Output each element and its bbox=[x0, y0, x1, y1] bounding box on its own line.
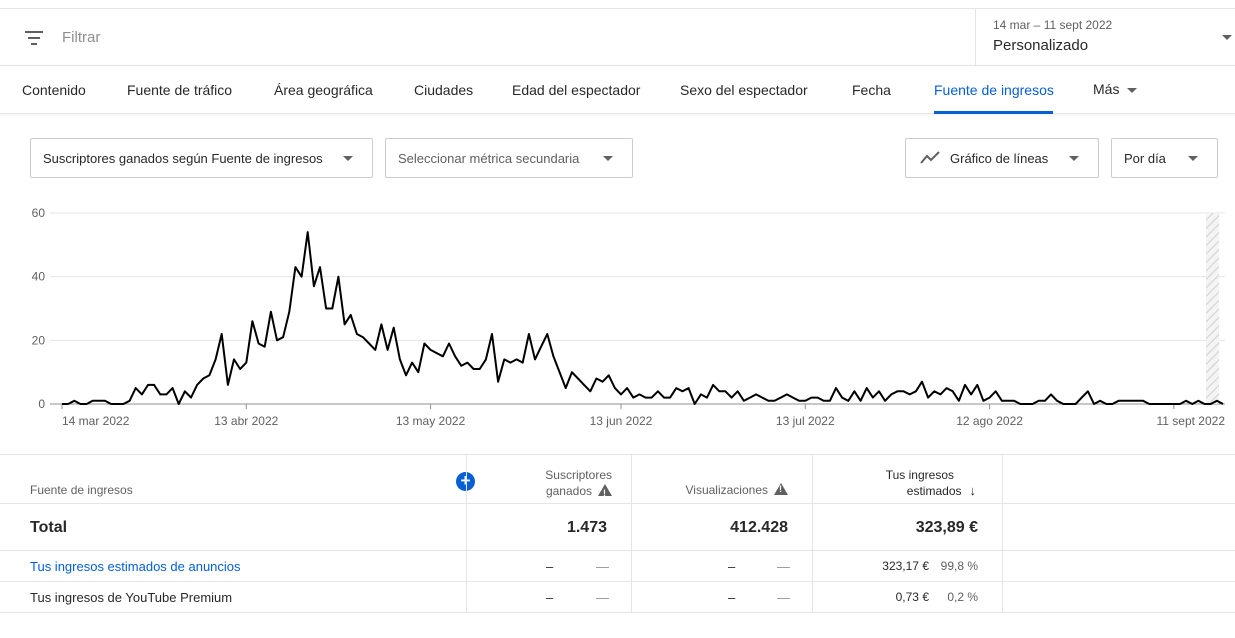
row-label-ads[interactable]: Tus ingresos estimados de anuncios bbox=[30, 559, 241, 574]
table-total-row: Total 1.473 412.428 323,89 € bbox=[0, 504, 1235, 551]
tab-mas[interactable]: Más bbox=[1093, 81, 1138, 97]
row-ads-views-pct: — bbox=[777, 559, 790, 574]
x-tick-label: 13 jun 2022 bbox=[590, 414, 653, 428]
y-tick-label: 0 bbox=[38, 397, 45, 411]
column-divider bbox=[812, 454, 813, 613]
series-line bbox=[62, 231, 1224, 405]
tab-fecha[interactable]: Fecha bbox=[852, 82, 891, 98]
chart-type-label: Gráfico de líneas bbox=[950, 151, 1049, 166]
row-premium-revenue: 0,73 € bbox=[895, 590, 929, 604]
x-tick-label: 13 may 2022 bbox=[396, 414, 466, 428]
table-row: Tus ingresos de YouTube Premium – — – — … bbox=[0, 582, 1235, 613]
row-ads-subs: – bbox=[546, 559, 554, 574]
subscribers-header-line2: ganados bbox=[545, 484, 592, 498]
caret-down-icon bbox=[603, 156, 613, 161]
y-tick-label: 40 bbox=[32, 270, 46, 284]
primary-metric-select[interactable]: Suscriptores ganados según Fuente de ing… bbox=[30, 138, 373, 178]
y-tick-label: 20 bbox=[32, 333, 46, 347]
secondary-metric-select[interactable]: Seleccionar métrica secundaria bbox=[385, 138, 633, 178]
revenue-header-line1: Tus ingresos bbox=[885, 468, 954, 482]
primary-metric-label: Suscriptores ganados según Fuente de ing… bbox=[43, 151, 323, 166]
chevron-down-icon bbox=[1222, 35, 1232, 40]
views-header[interactable]: Visualizaciones bbox=[632, 483, 788, 497]
warning-icon bbox=[598, 484, 612, 501]
y-tick-label: 60 bbox=[32, 206, 46, 220]
revenue-header-line2: estimados bbox=[906, 484, 962, 498]
subscribers-header[interactable]: Suscriptores ganados bbox=[467, 467, 612, 501]
date-range-text: 14 mar – 11 sept 2022 bbox=[993, 18, 1113, 32]
row-premium-views: – bbox=[728, 590, 736, 605]
chart-type-select[interactable]: Gráfico de líneas bbox=[905, 138, 1099, 178]
x-tick-label: 12 ago 2022 bbox=[956, 414, 1023, 428]
row-label-premium: Tus ingresos de YouTube Premium bbox=[30, 590, 233, 605]
tab-fuente-de-trafico[interactable]: Fuente de tráfico bbox=[127, 82, 232, 98]
views-header-label: Visualizaciones bbox=[685, 483, 769, 497]
column-divider bbox=[466, 454, 467, 613]
row-ads-views: – bbox=[728, 559, 736, 574]
total-label: Total bbox=[30, 519, 68, 536]
total-subscribers: 1.473 bbox=[566, 519, 607, 536]
table-header-row: Fuente de ingresos + Suscriptores ganado… bbox=[0, 454, 1235, 504]
tab-edad-del-espectador[interactable]: Edad del espectador bbox=[512, 82, 640, 98]
row-ads-revenue-pct: 99,8 % bbox=[940, 559, 978, 573]
table-row: Tus ingresos estimados de anuncios – — –… bbox=[0, 551, 1235, 582]
sort-down-arrow-icon[interactable]: ↓ bbox=[970, 483, 977, 499]
subscribers-header-line1: Suscriptores bbox=[545, 468, 612, 482]
line-chart-icon bbox=[920, 151, 940, 164]
total-revenue: 323,89 € bbox=[915, 519, 978, 536]
granularity-label: Por día bbox=[1124, 151, 1166, 166]
revenue-header[interactable]: Tus ingresos estimados ↓ bbox=[813, 467, 976, 499]
active-tab-indicator bbox=[934, 111, 1053, 114]
row-premium-views-pct: — bbox=[777, 590, 790, 605]
caret-down-icon bbox=[1127, 87, 1138, 93]
row-premium-subs: – bbox=[546, 590, 554, 605]
x-tick-label: 13 jul 2022 bbox=[776, 414, 835, 428]
tab-ciudades[interactable]: Ciudades bbox=[414, 82, 473, 98]
x-tick-label: 13 abr 2022 bbox=[214, 414, 278, 428]
tab-mas-label: Más bbox=[1093, 81, 1120, 97]
total-views: 412.428 bbox=[730, 519, 788, 536]
row-ads-revenue: 323,17 € bbox=[882, 559, 929, 573]
x-tick-label: 11 sept 2022 bbox=[1156, 414, 1225, 428]
filter-icon[interactable] bbox=[24, 29, 44, 47]
secondary-metric-label: Seleccionar métrica secundaria bbox=[398, 151, 580, 166]
column-divider bbox=[1002, 454, 1003, 613]
date-mode-text: Personalizado bbox=[993, 37, 1089, 54]
filter-bar: Filtrar 14 mar – 11 sept 2022 Personaliz… bbox=[0, 8, 1235, 66]
x-tick-label: 14 mar 2022 bbox=[62, 414, 130, 428]
dimension-tabs: Contenido Fuente de tráfico Área geográf… bbox=[0, 66, 1235, 114]
filter-input[interactable]: Filtrar bbox=[62, 29, 100, 46]
caret-down-icon bbox=[343, 156, 353, 161]
row-ads-subs-pct: — bbox=[596, 559, 609, 574]
row-premium-subs-pct: — bbox=[596, 590, 609, 605]
tab-fuente-de-ingresos[interactable]: Fuente de ingresos bbox=[934, 82, 1054, 98]
incomplete-data-region bbox=[1206, 213, 1219, 404]
dimension-header[interactable]: Fuente de ingresos bbox=[30, 483, 133, 497]
subscribers-line-chart: 0 20 40 60 14 mar 2022 13 abr 2022 13 may 202… bbox=[32, 206, 1226, 428]
tab-contenido[interactable]: Contenido bbox=[22, 82, 86, 98]
granularity-select[interactable]: Por día bbox=[1111, 138, 1218, 178]
tab-sexo-del-espectador[interactable]: Sexo del espectador bbox=[680, 82, 808, 98]
caret-down-icon bbox=[1069, 156, 1079, 161]
date-range-picker[interactable]: 14 mar – 11 sept 2022 Personalizado bbox=[975, 9, 1235, 65]
warning-icon bbox=[774, 483, 788, 495]
tab-area-geografica[interactable]: Área geográfica bbox=[274, 82, 373, 98]
caret-down-icon bbox=[1188, 156, 1198, 161]
row-premium-revenue-pct: 0,2 % bbox=[947, 590, 978, 604]
column-divider bbox=[631, 454, 632, 613]
